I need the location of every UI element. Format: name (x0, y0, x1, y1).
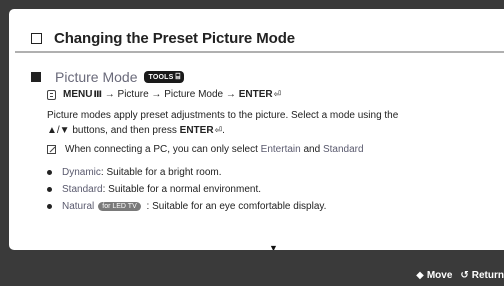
tools-badge-label: TOOLS (148, 73, 174, 81)
description-enter-icon: ⏎ (214, 125, 223, 135)
return-icon: ↺ (460, 270, 469, 281)
page-title: Changing the Preset Picture Mode (54, 30, 296, 47)
mode-description: : Suitable for a bright room. (100, 167, 222, 178)
checkbox-bullet-icon (31, 33, 42, 44)
description: Picture modes apply preset adjustments t… (47, 109, 497, 138)
bullet-dot-icon (47, 204, 52, 209)
help-panel: Changing the Preset Picture Mode Picture… (9, 9, 504, 250)
description-enter-label: ENTER (179, 125, 214, 136)
list-item: Dynamic : Suitable for a bright room. (47, 164, 326, 181)
return-button[interactable]: ↺ Return (460, 270, 504, 281)
tools-icon: ⌸ (175, 72, 181, 81)
remote-icon (47, 89, 56, 100)
description-line-2: ▲/▼ buttons, and then press ENTER⏎. (47, 123, 497, 138)
list-item: Natural for LED TV : Suitable for an eye… (47, 198, 326, 215)
note-option-standard: Standard (322, 144, 364, 155)
bullet-dot-icon (47, 187, 52, 192)
menu-label: MENU (63, 89, 93, 100)
mode-name: Standard (62, 184, 103, 195)
led-tv-badge: for LED TV (98, 202, 141, 211)
move-icon: ◆ (416, 270, 424, 281)
mode-description: : Suitable for an eye comfortable displa… (143, 201, 327, 212)
enter-icon: ⏎ (273, 89, 282, 99)
move-hint: ◆ Move (416, 270, 452, 281)
return-label: Return (471, 270, 504, 281)
menu-path: MENU Ⅲ → Picture → Picture Mode → ENTER … (47, 89, 281, 100)
section-title: Picture Mode (55, 69, 138, 85)
description-line-1: Picture modes apply preset adjustments t… (47, 110, 399, 121)
mode-name: Natural (62, 201, 95, 212)
menu-path-text: → Picture → Picture Mode → (101, 89, 239, 100)
mode-name: Dynamic (62, 167, 101, 178)
enter-label: ENTER (238, 89, 273, 100)
mode-description: : Suitable for a normal environment. (102, 184, 262, 195)
tools-badge: TOOLS ⌸ (144, 71, 185, 83)
scroll-down-arrow-icon[interactable]: ▼ (269, 243, 278, 250)
note-option-entertain: Entertain (260, 144, 301, 155)
bullet-dot-icon (47, 170, 52, 175)
list-item: Standard : Suitable for a normal environ… (47, 181, 326, 198)
note-icon (47, 145, 56, 154)
note-prefix: When connecting a PC, you can only selec… (65, 144, 261, 155)
menu-glyph-icon: Ⅲ (93, 89, 102, 99)
note: When connecting a PC, you can only selec… (47, 144, 364, 155)
section-header: Picture Mode TOOLS ⌸ (31, 69, 185, 85)
title-divider (15, 51, 504, 53)
footer-bar: ◆ Move ↺ Return (0, 265, 504, 286)
description-line-2-suffix: . (222, 125, 225, 136)
mode-list: Dynamic : Suitable for a bright room. St… (47, 164, 326, 215)
move-label: Move (426, 270, 453, 281)
square-bullet-icon (31, 72, 41, 82)
description-line-2-prefix: ▲/▼ buttons, and then press (47, 125, 180, 136)
note-mid: and (300, 144, 323, 155)
title-row: Changing the Preset Picture Mode (31, 30, 295, 47)
